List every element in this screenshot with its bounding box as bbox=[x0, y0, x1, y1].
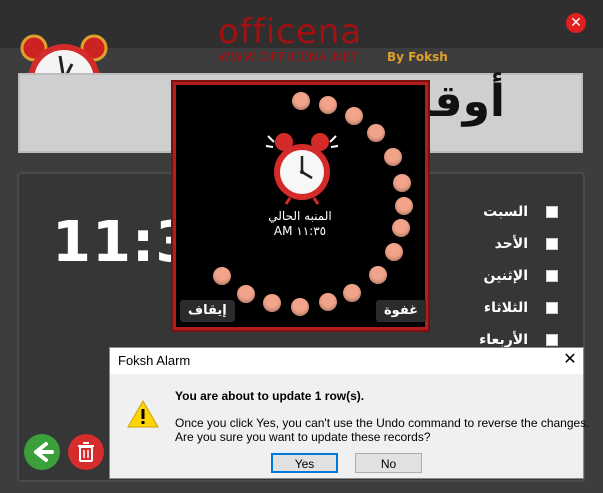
ringing-alarm-icon bbox=[265, 133, 339, 205]
decorative-dot bbox=[237, 285, 255, 303]
trash-icon bbox=[78, 442, 94, 462]
decorative-dot bbox=[385, 243, 403, 261]
day-checkbox[interactable] bbox=[546, 206, 558, 218]
no-button[interactable]: No bbox=[355, 453, 422, 473]
arrow-left-icon bbox=[34, 442, 54, 462]
current-alarm-label: المنبه الحالي bbox=[268, 209, 332, 223]
day-label: الأحد bbox=[494, 236, 528, 252]
dialog-headline: You are about to update 1 row(s). bbox=[175, 389, 365, 403]
decorative-dot bbox=[345, 107, 363, 125]
close-icon[interactable]: ✕ bbox=[559, 349, 581, 371]
day-label: الثلاثاء bbox=[483, 300, 528, 316]
decorative-dot bbox=[367, 124, 385, 142]
brand-tagline: WWW.OFFICENA.NET bbox=[218, 50, 360, 64]
decorative-dot bbox=[292, 92, 310, 110]
decorative-dot bbox=[291, 298, 309, 316]
decorative-dot bbox=[263, 294, 281, 312]
decorative-dot bbox=[343, 284, 361, 302]
author-byline: By Foksh bbox=[387, 50, 448, 64]
dialog-message-line: Once you click Yes, you can't use the Un… bbox=[175, 416, 590, 430]
day-checkbox[interactable] bbox=[546, 334, 558, 346]
day-row-tuesday[interactable]: الثلاثاء bbox=[484, 298, 558, 318]
day-label: الإثنين bbox=[483, 268, 528, 284]
decorative-dot bbox=[369, 266, 387, 284]
day-checkbox[interactable] bbox=[546, 302, 558, 314]
delete-button[interactable] bbox=[68, 434, 104, 470]
back-button[interactable] bbox=[24, 434, 60, 470]
decorative-dot bbox=[213, 267, 231, 285]
decorative-dot bbox=[319, 96, 337, 114]
decorative-dot bbox=[319, 293, 337, 311]
day-checkbox[interactable] bbox=[546, 238, 558, 250]
day-label: السبت bbox=[483, 204, 528, 220]
decorative-dot bbox=[392, 219, 410, 237]
day-checkbox[interactable] bbox=[546, 270, 558, 282]
day-label: الأربعاء bbox=[479, 332, 528, 348]
dialog-title: Foksh Alarm bbox=[118, 353, 191, 368]
current-alarm-time: AM ١١:٣٥ bbox=[273, 224, 327, 238]
stop-button[interactable]: إيقاف bbox=[180, 300, 235, 322]
decorative-dot bbox=[395, 197, 413, 215]
day-row-saturday[interactable]: السبت bbox=[483, 202, 558, 222]
decorative-dot bbox=[384, 148, 402, 166]
decorative-dot bbox=[393, 174, 411, 192]
close-icon[interactable]: ✕ bbox=[566, 13, 586, 33]
day-row-sunday[interactable]: الأحد bbox=[495, 234, 558, 254]
brand-logo: officena bbox=[218, 12, 363, 52]
snooze-button[interactable]: غفوة bbox=[376, 300, 427, 322]
yes-button[interactable]: Yes bbox=[271, 453, 338, 473]
day-row-monday[interactable]: الإثنين bbox=[483, 266, 558, 286]
warning-icon bbox=[127, 399, 159, 428]
dialog-message-line: Are you sure you want to update these re… bbox=[175, 430, 431, 444]
